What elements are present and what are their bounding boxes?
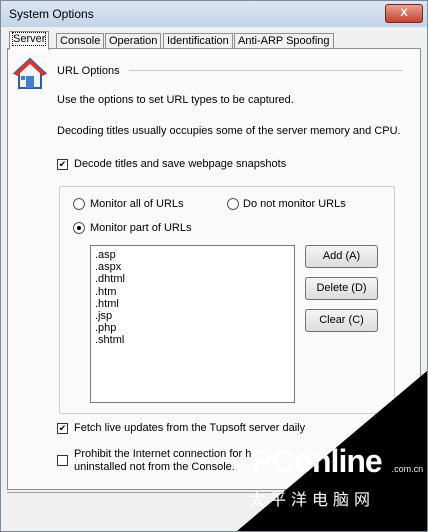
clear-button[interactable]: Clear (C) xyxy=(305,309,378,332)
tab-server[interactable]: Server xyxy=(9,31,50,50)
title-bar[interactable]: System Options X xyxy=(1,1,427,27)
system-options-window: System Options X Server Console Operatio… xyxy=(0,0,428,532)
fetch-updates-checkbox[interactable]: ✔ xyxy=(57,423,68,434)
list-item[interactable]: .asp xyxy=(95,249,290,261)
close-button[interactable]: X xyxy=(385,4,423,23)
delete-button[interactable]: Delete (D) xyxy=(305,277,378,300)
prohibit-connection-label-line2: uninstalled not from the Console. xyxy=(74,461,235,473)
section-title: URL Options xyxy=(57,65,120,77)
do-not-monitor-radio[interactable] xyxy=(227,198,239,210)
list-item[interactable]: .dhtml xyxy=(95,273,290,285)
prohibit-connection-label-line1: Prohibit the Internet connection for h xyxy=(74,448,252,460)
monitor-all-label: Monitor all of URLs xyxy=(90,198,184,210)
watermark-brand: PConline xyxy=(251,443,383,479)
list-item[interactable]: .htm xyxy=(95,286,290,298)
prohibit-connection-checkbox[interactable] xyxy=(57,455,68,466)
do-not-monitor-label: Do not monitor URLs xyxy=(243,198,346,210)
description-line-2: Decoding titles usually occupies some of… xyxy=(57,125,401,137)
watermark-domain: .com.cn xyxy=(391,464,424,474)
list-item[interactable]: .aspx xyxy=(95,261,290,273)
watermark-logo: PConline .com.cn xyxy=(251,443,423,480)
window-title: System Options xyxy=(9,7,94,21)
home-icon xyxy=(13,57,47,89)
list-item[interactable]: .shtml xyxy=(95,334,290,346)
watermark-chinese: 太平洋电脑网 xyxy=(249,492,376,509)
list-item[interactable]: .html xyxy=(95,298,290,310)
list-item[interactable]: .php xyxy=(95,322,290,334)
monitor-part-radio[interactable] xyxy=(73,222,85,234)
close-icon: X xyxy=(400,7,408,19)
list-item[interactable]: .jsp xyxy=(95,310,290,322)
decode-titles-label: Decode titles and save webpage snapshots xyxy=(74,158,287,170)
monitor-part-label: Monitor part of URLs xyxy=(90,222,192,234)
description-line-1: Use the options to set URL types to be c… xyxy=(57,94,294,106)
decode-titles-checkbox[interactable]: ✔ xyxy=(57,159,68,170)
section-divider xyxy=(129,70,403,71)
add-button[interactable]: Add (A) xyxy=(305,245,378,268)
monitor-all-radio[interactable] xyxy=(73,198,85,210)
